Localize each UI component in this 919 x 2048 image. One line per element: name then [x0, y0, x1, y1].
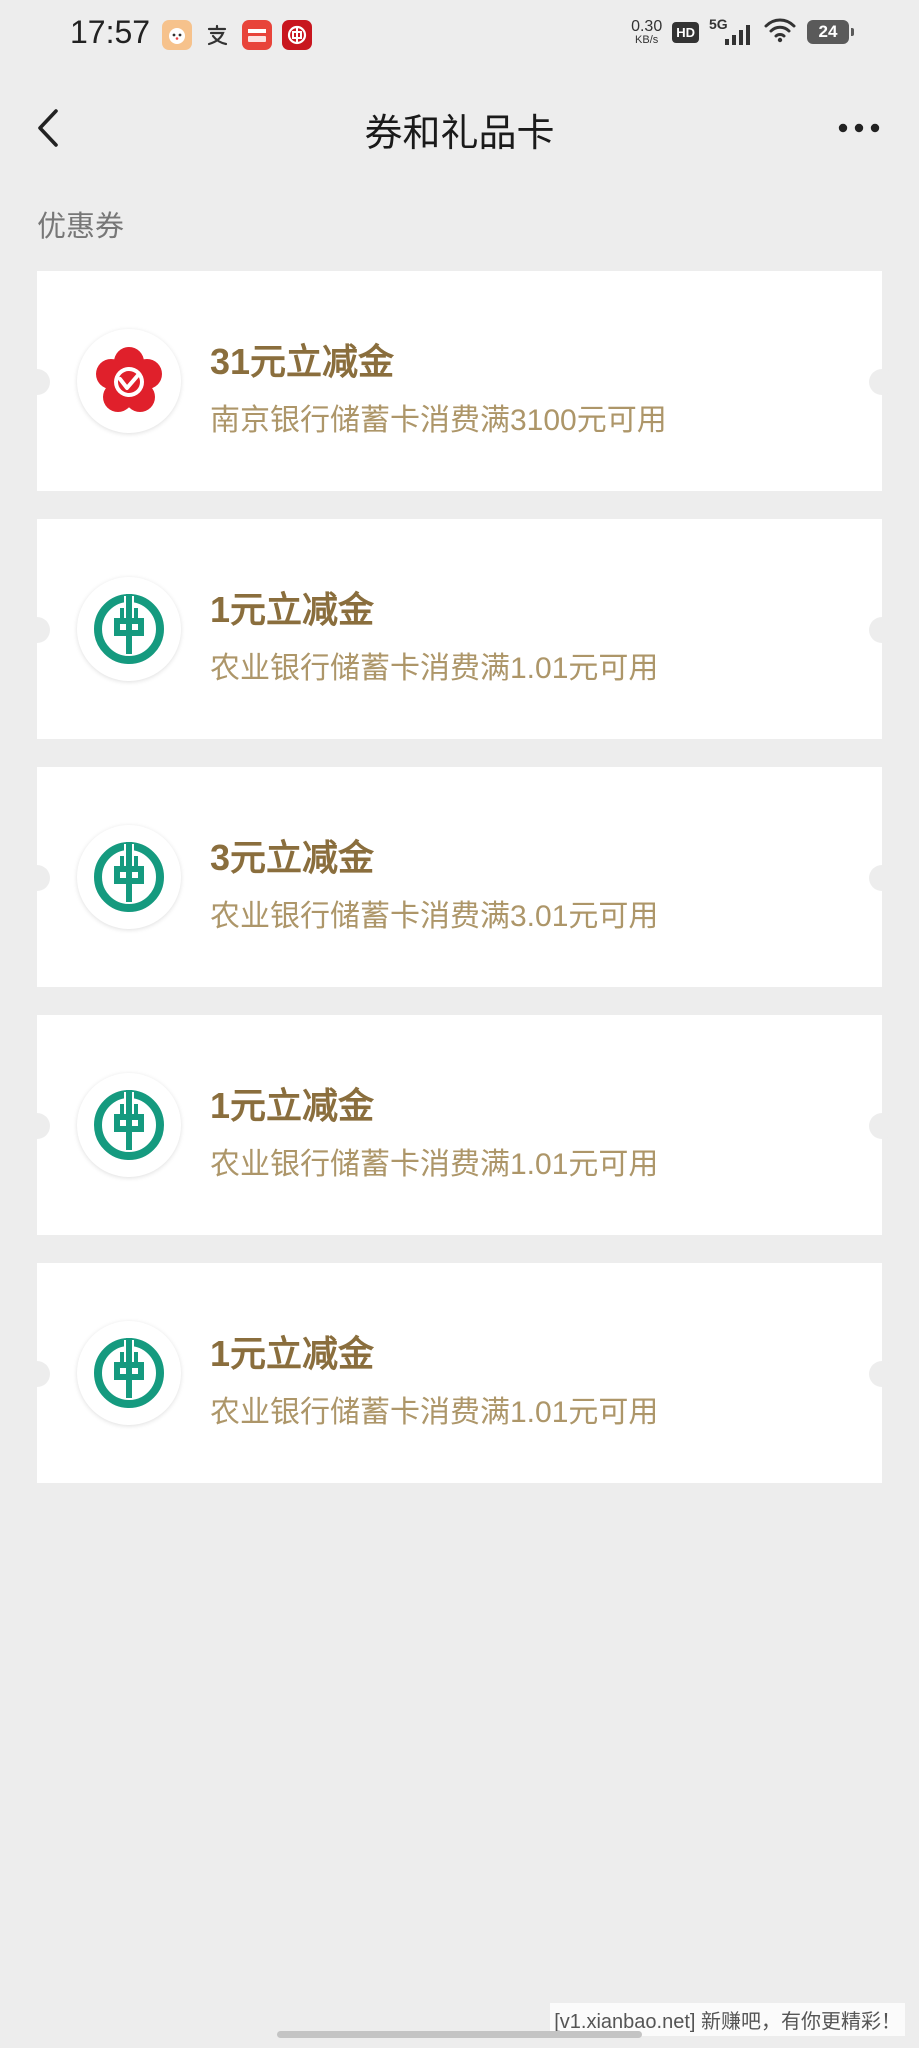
coupon-card[interactable]: 1元立减金 农业银行储蓄卡消费满1.01元可用	[24, 519, 895, 739]
status-time: 17:57	[70, 14, 151, 50]
agricultural-bank-logo-icon	[77, 1073, 181, 1177]
coupon-description: 农业银行储蓄卡消费满1.01元可用	[210, 652, 659, 685]
agricultural-bank-logo-icon	[77, 577, 181, 681]
alipay-app-icon	[202, 20, 232, 50]
coupon-description: 农业银行储蓄卡消费满1.01元可用	[210, 1396, 659, 1429]
coupon-title: 1元立减金	[210, 589, 375, 630]
status-app-icons	[162, 20, 312, 50]
status-bar: 17:57 0.30 KB/s HD 5G 24	[0, 0, 919, 72]
coupon-title: 1元立减金	[210, 1085, 375, 1126]
coupon-card[interactable]: 1元立减金 农业银行储蓄卡消费满1.01元可用	[24, 1015, 895, 1235]
coupon-description: 南京银行储蓄卡消费满3100元可用	[210, 404, 667, 437]
coupon-title: 1元立减金	[210, 1333, 375, 1374]
nanjing-bank-logo-icon	[77, 329, 181, 433]
home-indicator[interactable]	[277, 2031, 642, 2038]
navigation-bar: 券和礼品卡	[0, 88, 919, 168]
more-options-button[interactable]	[829, 108, 889, 148]
bank-of-china-app-icon	[282, 20, 312, 50]
coupon-title: 31元立减金	[210, 341, 395, 382]
status-indicators: 0.30 KB/s HD 5G 24	[631, 16, 854, 48]
wifi-icon	[763, 16, 797, 48]
coupon-description: 农业银行储蓄卡消费满3.01元可用	[210, 900, 659, 933]
coupon-list: 31元立减金 南京银行储蓄卡消费满3100元可用 1元立减金 农业银行储蓄卡消费…	[24, 271, 895, 1511]
signal-icon: 5G	[709, 16, 753, 48]
network-speed-value: 0.30	[631, 17, 663, 35]
network-speed-unit: KB/s	[635, 33, 659, 46]
agricultural-bank-logo-icon	[77, 825, 181, 929]
agricultural-bank-logo-icon	[77, 1321, 181, 1425]
battery-icon: 24	[807, 20, 854, 44]
section-title-coupons: 优惠券	[37, 209, 125, 243]
coupon-title: 3元立减金	[210, 837, 375, 878]
hd-badge: HD	[672, 21, 699, 43]
coupon-card[interactable]: 3元立减金 农业银行储蓄卡消费满3.01元可用	[24, 767, 895, 987]
unionpay-app-icon	[242, 20, 272, 50]
coupon-description: 农业银行储蓄卡消费满1.01元可用	[210, 1148, 659, 1181]
pet-app-icon	[162, 20, 192, 50]
network-speed: 0.30 KB/s	[631, 17, 663, 46]
more-dots-icon	[838, 123, 880, 133]
coupon-card[interactable]: 1元立减金 农业银行储蓄卡消费满1.01元可用	[24, 1263, 895, 1483]
coupon-card[interactable]: 31元立减金 南京银行储蓄卡消费满3100元可用	[24, 271, 895, 491]
page-title: 券和礼品卡	[364, 111, 555, 155]
